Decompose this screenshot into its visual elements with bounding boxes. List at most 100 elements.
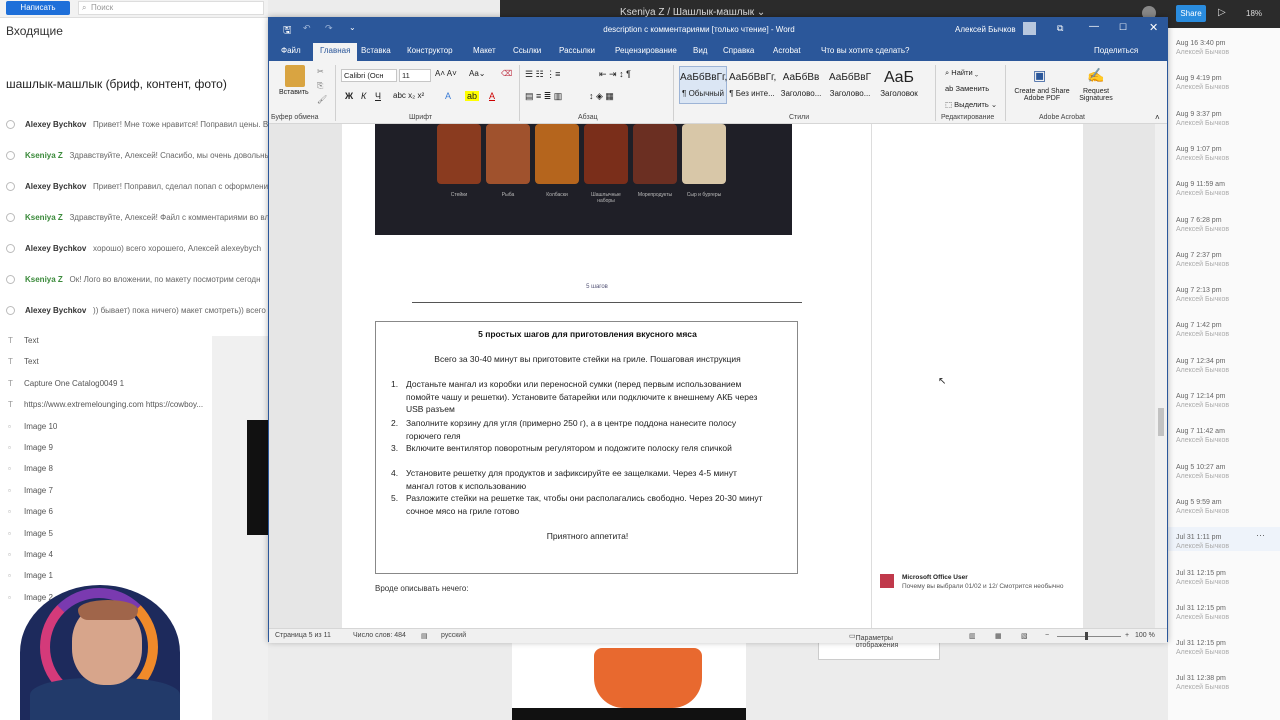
style-item[interactable]: АаБбВвГ Заголово...: [826, 66, 874, 104]
change-case-icon[interactable]: Aa⌄: [469, 69, 486, 78]
font-size-select[interactable]: 11: [399, 69, 431, 82]
mail-search-input[interactable]: ⌕ Поиск: [78, 1, 264, 15]
account-name[interactable]: Алексей Бычков: [955, 25, 1016, 34]
file-item[interactable]: Thttps://www.extremelounging.com https:/…: [8, 398, 208, 412]
timeline-entry[interactable]: Jul 31 12:15 pm Алексей Бычков: [1176, 604, 1229, 622]
paste-button[interactable]: Вставить: [279, 89, 309, 96]
message-item[interactable]: Kseniya Z Ок! Лого во вложении, по макет…: [6, 271, 268, 289]
display-settings[interactable]: ▭ Параметры отображения: [849, 632, 898, 649]
save-icon[interactable]: 🖫: [283, 23, 292, 40]
style-item[interactable]: AaБ Заголовок: [875, 66, 923, 104]
copy-icon[interactable]: ⎘: [317, 81, 323, 91]
ribbon-tab[interactable]: Acrobat: [773, 46, 801, 55]
select-checkbox[interactable]: [6, 213, 15, 223]
ribbon-tab[interactable]: Макет: [473, 46, 496, 55]
redo-icon[interactable]: ↷: [325, 23, 333, 34]
timeline-entry[interactable]: Jul 31 12:15 pm Алексей Бычков: [1176, 639, 1229, 657]
ribbon-tab[interactable]: Главная: [313, 43, 358, 61]
timeline-entry[interactable]: Aug 7 11:42 am Алексей Бычков: [1176, 427, 1229, 445]
adobe-pdf-icon[interactable]: ▣: [1033, 67, 1046, 84]
ribbon-tab[interactable]: Конструктор: [407, 46, 453, 55]
timeline-entry[interactable]: Aug 16 3:40 pm Алексей Бычков: [1176, 39, 1229, 57]
ribbon-tab[interactable]: Что вы хотите сделать?: [821, 46, 909, 55]
ribbon-tab[interactable]: Справка: [723, 46, 754, 55]
timeline-entry[interactable]: Jul 31 12:15 pm Алексей Бычков: [1176, 569, 1229, 587]
scrollbar-thumb[interactable]: [1158, 408, 1164, 436]
timeline-entry[interactable]: Aug 7 1:42 pm Алексей Бычков: [1176, 321, 1229, 339]
strikethrough-icon[interactable]: abc x₂ x²: [393, 91, 424, 100]
maximize-icon[interactable]: ☐: [1119, 22, 1127, 33]
file-item[interactable]: ▫ Image 9: [8, 441, 208, 455]
language[interactable]: русский: [441, 632, 466, 639]
text-effects-icon[interactable]: A: [445, 91, 451, 101]
vertical-scrollbar[interactable]: [1155, 124, 1167, 628]
ribbon-tab[interactable]: Вид: [693, 46, 707, 55]
select-button[interactable]: ⬚ Выделить ⌄: [945, 97, 997, 113]
align-icon[interactable]: ▤ ≡ ≣ ▥: [525, 91, 562, 102]
create-pdf-button[interactable]: Create and Share Adobe PDF: [1011, 88, 1073, 102]
italic-icon[interactable]: К: [361, 91, 366, 101]
file-item[interactable]: ▫ Image 5: [8, 527, 208, 541]
file-item[interactable]: ▫ Image 8: [8, 462, 208, 476]
ribbon-display-icon[interactable]: ⧉: [1057, 23, 1063, 34]
file-item[interactable]: ▫ Image 1: [8, 569, 208, 583]
select-checkbox[interactable]: [6, 120, 15, 130]
file-item[interactable]: ▫ Image 6: [8, 505, 208, 519]
bold-icon[interactable]: Ж: [345, 91, 353, 101]
signature-icon[interactable]: ✍: [1087, 67, 1104, 84]
ribbon-tab[interactable]: Вставка: [361, 46, 391, 55]
print-layout-icon[interactable]: ▦: [995, 632, 1002, 640]
minimize-icon[interactable]: —: [1089, 21, 1099, 32]
paste-icon[interactable]: [285, 65, 305, 87]
close-icon[interactable]: ✕: [1149, 21, 1158, 34]
read-mode-icon[interactable]: ▥: [969, 632, 976, 640]
collapse-ribbon-icon[interactable]: ˄: [1155, 113, 1160, 122]
timeline-entry[interactable]: Aug 7 2:13 pm Алексей Бычков: [1176, 286, 1229, 304]
format-painter-icon[interactable]: 🖌: [317, 95, 327, 104]
timeline-entry[interactable]: Aug 5 9:59 am Алексей Бычков: [1176, 498, 1229, 516]
select-checkbox[interactable]: [6, 151, 15, 161]
select-checkbox[interactable]: [6, 275, 15, 285]
grow-font-icon[interactable]: A˄ A˅: [435, 69, 457, 78]
zoom-slider-thumb[interactable]: [1085, 632, 1088, 640]
file-item[interactable]: T Capture One Catalog0049 1: [8, 377, 208, 391]
timeline-entry[interactable]: Aug 7 6:28 pm Алексей Бычков: [1176, 216, 1229, 234]
comment-card[interactable]: Microsoft Office User Почему вы выбрали …: [880, 572, 1076, 610]
undo-icon[interactable]: ↶: [303, 23, 311, 34]
indent-icon[interactable]: ⇤ ⇥ ↕ ¶: [599, 69, 631, 80]
zoom-in-icon[interactable]: +: [1125, 632, 1129, 639]
timeline-entry[interactable]: Aug 9 3:37 pm Алексей Бычков: [1176, 110, 1229, 128]
select-checkbox[interactable]: [6, 306, 15, 316]
word-count[interactable]: Число слов: 484: [353, 632, 406, 639]
ribbon-tab[interactable]: Рассылки: [559, 46, 595, 55]
line-spacing-icon[interactable]: ↕ ◈ ▦: [589, 91, 614, 102]
select-checkbox[interactable]: [6, 182, 15, 192]
message-item[interactable]: Alexey Bychkov )) бывает) пока ничего) м…: [6, 302, 268, 320]
zoom-out-icon[interactable]: −: [1045, 632, 1049, 639]
timeline-entry[interactable]: Aug 9 11:59 am Алексей Бычков: [1176, 180, 1229, 198]
share-button[interactable]: Share: [1176, 5, 1206, 22]
file-item[interactable]: ▫ Image 4: [8, 548, 208, 562]
timeline-entry[interactable]: Aug 9 1:07 pm Алексей Бычков: [1176, 145, 1229, 163]
ribbon-tab[interactable]: Поделиться: [1094, 46, 1138, 55]
font-name-select[interactable]: Calibri (Осн: [341, 69, 397, 82]
highlight-icon[interactable]: ab: [465, 91, 480, 101]
message-item[interactable]: Alexey Bychkov Привет! Поправил, сделал …: [6, 178, 268, 196]
style-item[interactable]: АаБбВвГг, ¶ Обычный: [679, 66, 727, 104]
style-item[interactable]: АаБбВвГг, ¶ Без инте...: [728, 66, 776, 104]
style-item[interactable]: АаБбВв Заголово...: [777, 66, 825, 104]
timeline-entry[interactable]: Aug 5 10:27 am Алексей Бычков: [1176, 463, 1229, 481]
ribbon-tab[interactable]: Рецензирование: [615, 46, 677, 55]
replace-button[interactable]: ab Заменить: [945, 81, 997, 97]
timeline-entry[interactable]: Jul 31 12:38 pm Алексей Бычков: [1176, 674, 1229, 692]
font-color-icon[interactable]: A: [489, 91, 495, 101]
zoom-level[interactable]: 100 %: [1135, 632, 1155, 639]
message-item[interactable]: Alexey Bychkov Привет! Мне тоже нравится…: [6, 116, 268, 134]
timeline-entry[interactable]: Aug 7 12:34 pm Алексей Бычков: [1176, 357, 1229, 375]
zoom-slider[interactable]: [1057, 636, 1121, 637]
underline-icon[interactable]: Ч: [375, 91, 381, 101]
compose-button[interactable]: Написать: [6, 1, 70, 15]
file-item[interactable]: ▫ Image 7: [8, 484, 208, 498]
account-avatar[interactable]: [1023, 22, 1036, 35]
select-checkbox[interactable]: [6, 244, 15, 254]
